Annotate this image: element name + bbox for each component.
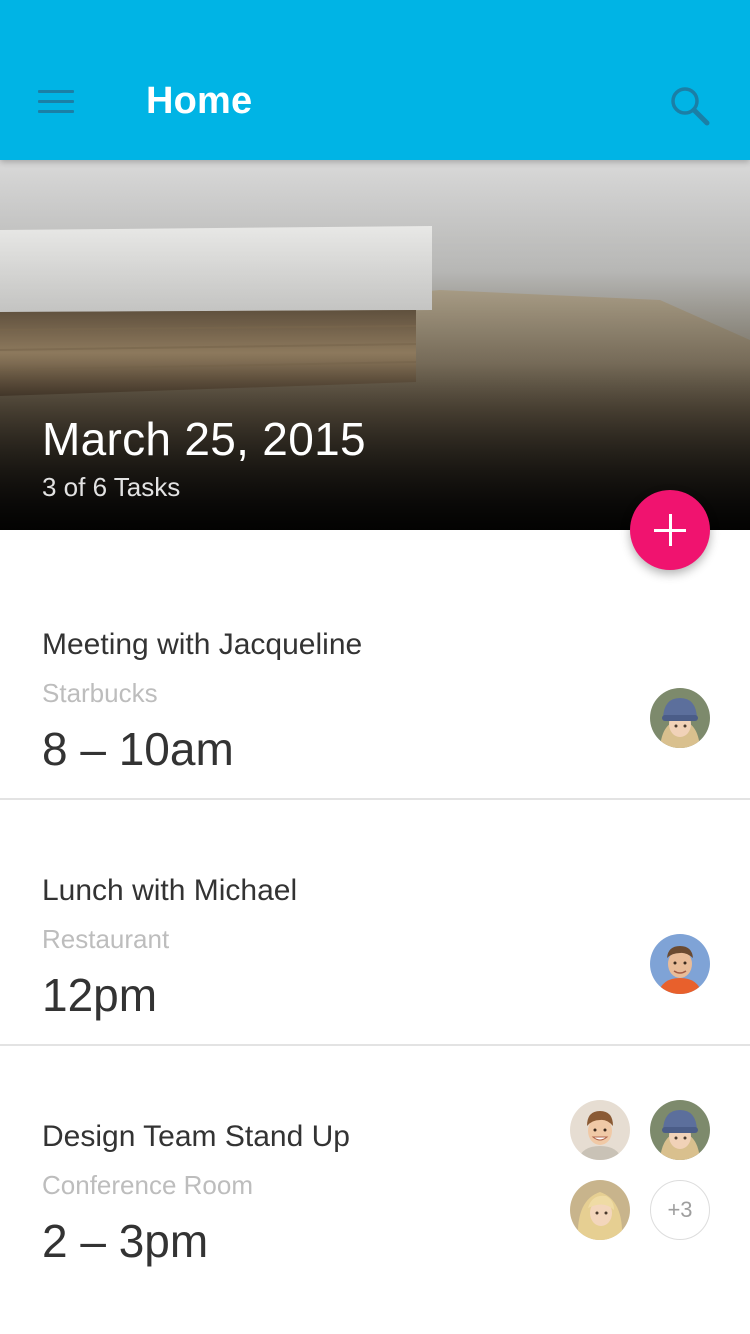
page-title: Home <box>146 80 253 122</box>
task-location: Starbucks <box>42 678 158 708</box>
task-time: 8 – 10am <box>42 723 234 775</box>
avatar-man[interactable] <box>650 934 710 994</box>
avatar-man-smiling[interactable] <box>570 1100 630 1160</box>
avatar-woman-blonde[interactable] <box>570 1180 630 1240</box>
menu-bar <box>38 100 74 103</box>
search-icon[interactable] <box>666 82 714 130</box>
task-item[interactable]: Meeting with Jacqueline Starbucks 8 – 10… <box>0 554 750 800</box>
task-location: Restaurant <box>42 924 170 954</box>
menu-bar <box>38 90 74 93</box>
add-task-button[interactable] <box>630 490 710 570</box>
avatar-woman-beanie[interactable] <box>650 1100 710 1160</box>
app-bar: Home <box>0 0 750 160</box>
task-time: 2 – 3pm <box>42 1215 209 1267</box>
menu-bar <box>38 110 74 113</box>
task-location: Conference Room <box>42 1170 253 1200</box>
task-item[interactable]: Lunch with Michael Restaurant 12pm <box>0 800 750 1046</box>
task-title: Design Team Stand Up <box>42 1120 350 1153</box>
task-item[interactable]: Design Team Stand Up Conference Room 2 –… <box>0 1046 750 1292</box>
more-attendees-badge[interactable]: +3 <box>650 1180 710 1240</box>
task-title: Meeting with Jacqueline <box>42 628 363 661</box>
menu-icon[interactable] <box>36 88 76 118</box>
task-title: Lunch with Michael <box>42 874 298 907</box>
header-date: March 25, 2015 <box>42 413 366 465</box>
task-count: 3 of 6 Tasks <box>42 472 181 502</box>
task-time: 12pm <box>42 969 158 1021</box>
avatar-woman-beanie[interactable] <box>650 688 710 748</box>
header-image: March 25, 2015 3 of 6 Tasks <box>0 160 750 530</box>
